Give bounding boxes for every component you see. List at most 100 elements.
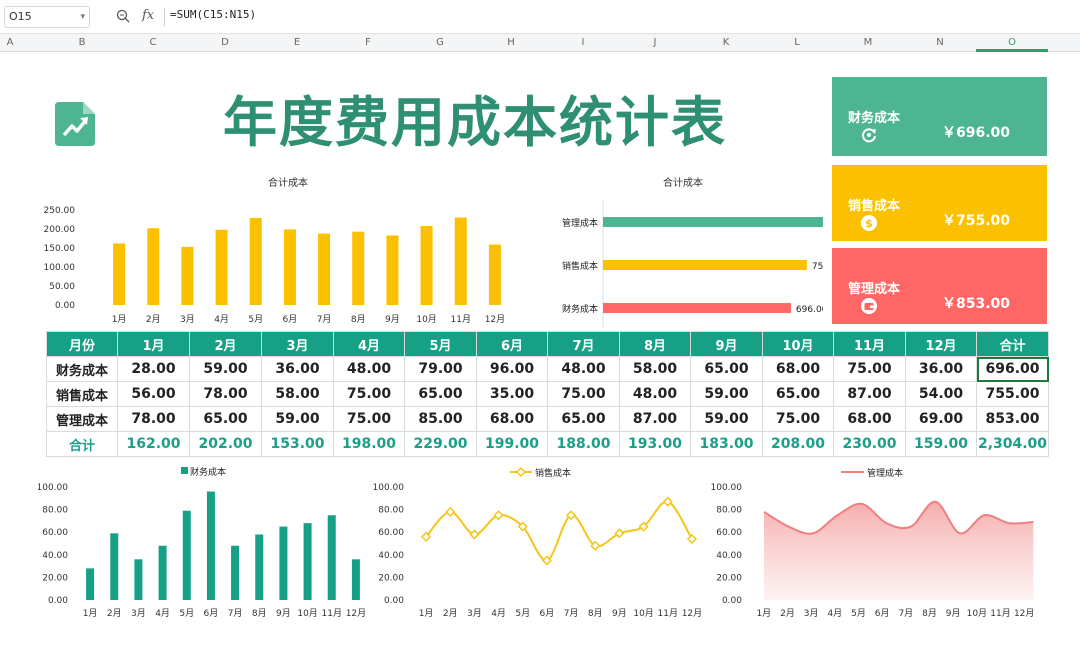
column-header-a[interactable]: A bbox=[0, 37, 20, 48]
table-cell[interactable]: 48.00 bbox=[547, 356, 620, 382]
table-cell[interactable]: 853.00 bbox=[976, 406, 1049, 432]
table-header-cell[interactable]: 12月 bbox=[905, 331, 977, 357]
chevron-down-icon[interactable]: ▾ bbox=[80, 7, 85, 27]
column-header-o[interactable]: O bbox=[1002, 37, 1022, 48]
bar[interactable] bbox=[283, 229, 296, 305]
hbar[interactable] bbox=[603, 260, 807, 270]
table-cell[interactable]: 59.00 bbox=[690, 406, 763, 432]
column-header-h[interactable]: H bbox=[501, 37, 521, 48]
table-cell[interactable]: 96.00 bbox=[476, 356, 548, 382]
table-cell[interactable]: 68.00 bbox=[762, 356, 834, 382]
table-cell[interactable]: 65.00 bbox=[690, 356, 763, 382]
table-cell[interactable]: 65.00 bbox=[189, 406, 262, 432]
bar[interactable] bbox=[327, 515, 336, 600]
point-marker[interactable] bbox=[686, 533, 697, 545]
table-cell[interactable]: 162.00 bbox=[117, 431, 190, 457]
table-cell[interactable]: 59.00 bbox=[690, 381, 763, 407]
column-header-m[interactable]: M bbox=[858, 37, 878, 48]
table-cell[interactable]: 153.00 bbox=[261, 431, 334, 457]
table-cell[interactable]: 2,304.00 bbox=[976, 431, 1049, 457]
hbar[interactable] bbox=[603, 303, 791, 313]
table-cell[interactable]: 75.00 bbox=[333, 406, 405, 432]
finance-cost-bar-chart[interactable]: 财务成本 0.00 20.00 40.00 60.00 80.00 100.00 1月 2月 3月… bbox=[38, 462, 378, 622]
row-label-cell[interactable]: 销售成本 bbox=[46, 381, 118, 407]
table-header-cell[interactable]: 7月 bbox=[547, 331, 620, 357]
name-box[interactable]: O15 ▾ bbox=[4, 6, 90, 28]
table-cell[interactable]: 65.00 bbox=[762, 381, 834, 407]
table-cell[interactable]: 58.00 bbox=[619, 356, 691, 382]
sales-cost-line-chart[interactable]: 销售成本 0.00 20.00 40.00 60.00 80.00 100.00 1月 2月 3月… bbox=[372, 462, 712, 622]
column-header-g[interactable]: G bbox=[430, 37, 450, 48]
column-header-c[interactable]: C bbox=[143, 37, 163, 48]
bar[interactable] bbox=[86, 568, 95, 600]
bar[interactable] bbox=[134, 559, 143, 600]
table-cell[interactable]: 230.00 bbox=[833, 431, 906, 457]
table-cell[interactable]: 198.00 bbox=[333, 431, 405, 457]
table-cell[interactable]: 35.00 bbox=[476, 381, 548, 407]
column-header-i[interactable]: I bbox=[573, 37, 593, 48]
row-label-cell[interactable]: 财务成本 bbox=[46, 356, 118, 382]
table-cell[interactable]: 159.00 bbox=[905, 431, 977, 457]
column-header-j[interactable]: J bbox=[645, 37, 665, 48]
table-header-cell[interactable]: 9月 bbox=[690, 331, 763, 357]
table-cell[interactable]: 696.00 bbox=[976, 356, 1049, 382]
table-header-cell[interactable]: 5月 bbox=[404, 331, 477, 357]
table-header-cell[interactable]: 10月 bbox=[762, 331, 834, 357]
point-marker[interactable] bbox=[614, 528, 625, 539]
table-cell[interactable]: 75.00 bbox=[547, 381, 620, 407]
table-header-cell[interactable]: 11月 bbox=[833, 331, 906, 357]
table-cell[interactable]: 59.00 bbox=[189, 356, 262, 382]
bar[interactable] bbox=[182, 510, 191, 600]
total-cost-bar-chart[interactable]: 合计成本 0.00 50.00 100.00 150.00 200.00 250.00 1月 2… bbox=[40, 170, 530, 330]
table-cell[interactable]: 54.00 bbox=[905, 381, 977, 407]
table-cell[interactable]: 56.00 bbox=[117, 381, 190, 407]
table-cell[interactable]: 193.00 bbox=[619, 431, 691, 457]
table-cell[interactable]: 65.00 bbox=[404, 381, 477, 407]
column-header-f[interactable]: F bbox=[358, 37, 378, 48]
table-cell[interactable]: 85.00 bbox=[404, 406, 477, 432]
point-marker[interactable] bbox=[469, 529, 480, 540]
table-cell[interactable]: 188.00 bbox=[547, 431, 620, 457]
table-cell[interactable]: 75.00 bbox=[833, 356, 906, 382]
table-cell[interactable]: 36.00 bbox=[905, 356, 977, 382]
table-cell[interactable]: 36.00 bbox=[261, 356, 334, 382]
management-cost-area-chart[interactable]: 管理成本 0.00 20.00 40.00 60.00 80.00 100.00 1月 2月 3月… bbox=[706, 462, 1051, 622]
column-header-k[interactable]: K bbox=[716, 37, 736, 48]
table-cell[interactable]: 202.00 bbox=[189, 431, 262, 457]
table-cell[interactable]: 48.00 bbox=[333, 356, 405, 382]
table-cell[interactable]: 69.00 bbox=[905, 406, 977, 432]
table-cell[interactable]: 199.00 bbox=[476, 431, 548, 457]
bar[interactable] bbox=[303, 523, 312, 600]
table-header-cell[interactable]: 合计 bbox=[976, 331, 1049, 357]
row-label-cell[interactable]: 管理成本 bbox=[46, 406, 118, 432]
bar[interactable] bbox=[351, 559, 360, 600]
bar[interactable] bbox=[420, 225, 433, 305]
bar[interactable] bbox=[181, 246, 194, 305]
bar[interactable] bbox=[147, 228, 160, 305]
table-cell[interactable]: 28.00 bbox=[117, 356, 190, 382]
column-header-n[interactable]: N bbox=[930, 37, 950, 48]
bar[interactable] bbox=[158, 545, 167, 600]
point-marker[interactable] bbox=[445, 506, 456, 517]
bar[interactable] bbox=[113, 243, 126, 305]
table-cell[interactable]: 78.00 bbox=[117, 406, 190, 432]
table-header-cell[interactable]: 1月 bbox=[117, 331, 190, 357]
bar[interactable] bbox=[318, 233, 331, 305]
table-cell[interactable]: 48.00 bbox=[619, 381, 691, 407]
bar[interactable] bbox=[386, 235, 399, 305]
column-header-l[interactable]: L bbox=[787, 37, 807, 48]
table-header-cell[interactable]: 8月 bbox=[619, 331, 691, 357]
table-cell[interactable]: 68.00 bbox=[476, 406, 548, 432]
table-header-cell[interactable]: 3月 bbox=[261, 331, 334, 357]
table-cell[interactable]: 229.00 bbox=[404, 431, 477, 457]
table-cell[interactable]: 87.00 bbox=[619, 406, 691, 432]
bar[interactable] bbox=[231, 545, 240, 600]
table-cell[interactable]: 75.00 bbox=[762, 406, 834, 432]
total-cost-hbar-chart[interactable]: 合计成本管理成本853.00销售成本755.00财务成本696.00 bbox=[548, 170, 823, 330]
table-header-cell[interactable]: 4月 bbox=[333, 331, 405, 357]
bar[interactable] bbox=[255, 534, 264, 600]
bar[interactable] bbox=[488, 244, 501, 305]
formula-input[interactable]: =SUM(C15:N15) bbox=[170, 8, 256, 21]
table-cell[interactable]: 58.00 bbox=[261, 381, 334, 407]
table-cell[interactable]: 68.00 bbox=[833, 406, 906, 432]
